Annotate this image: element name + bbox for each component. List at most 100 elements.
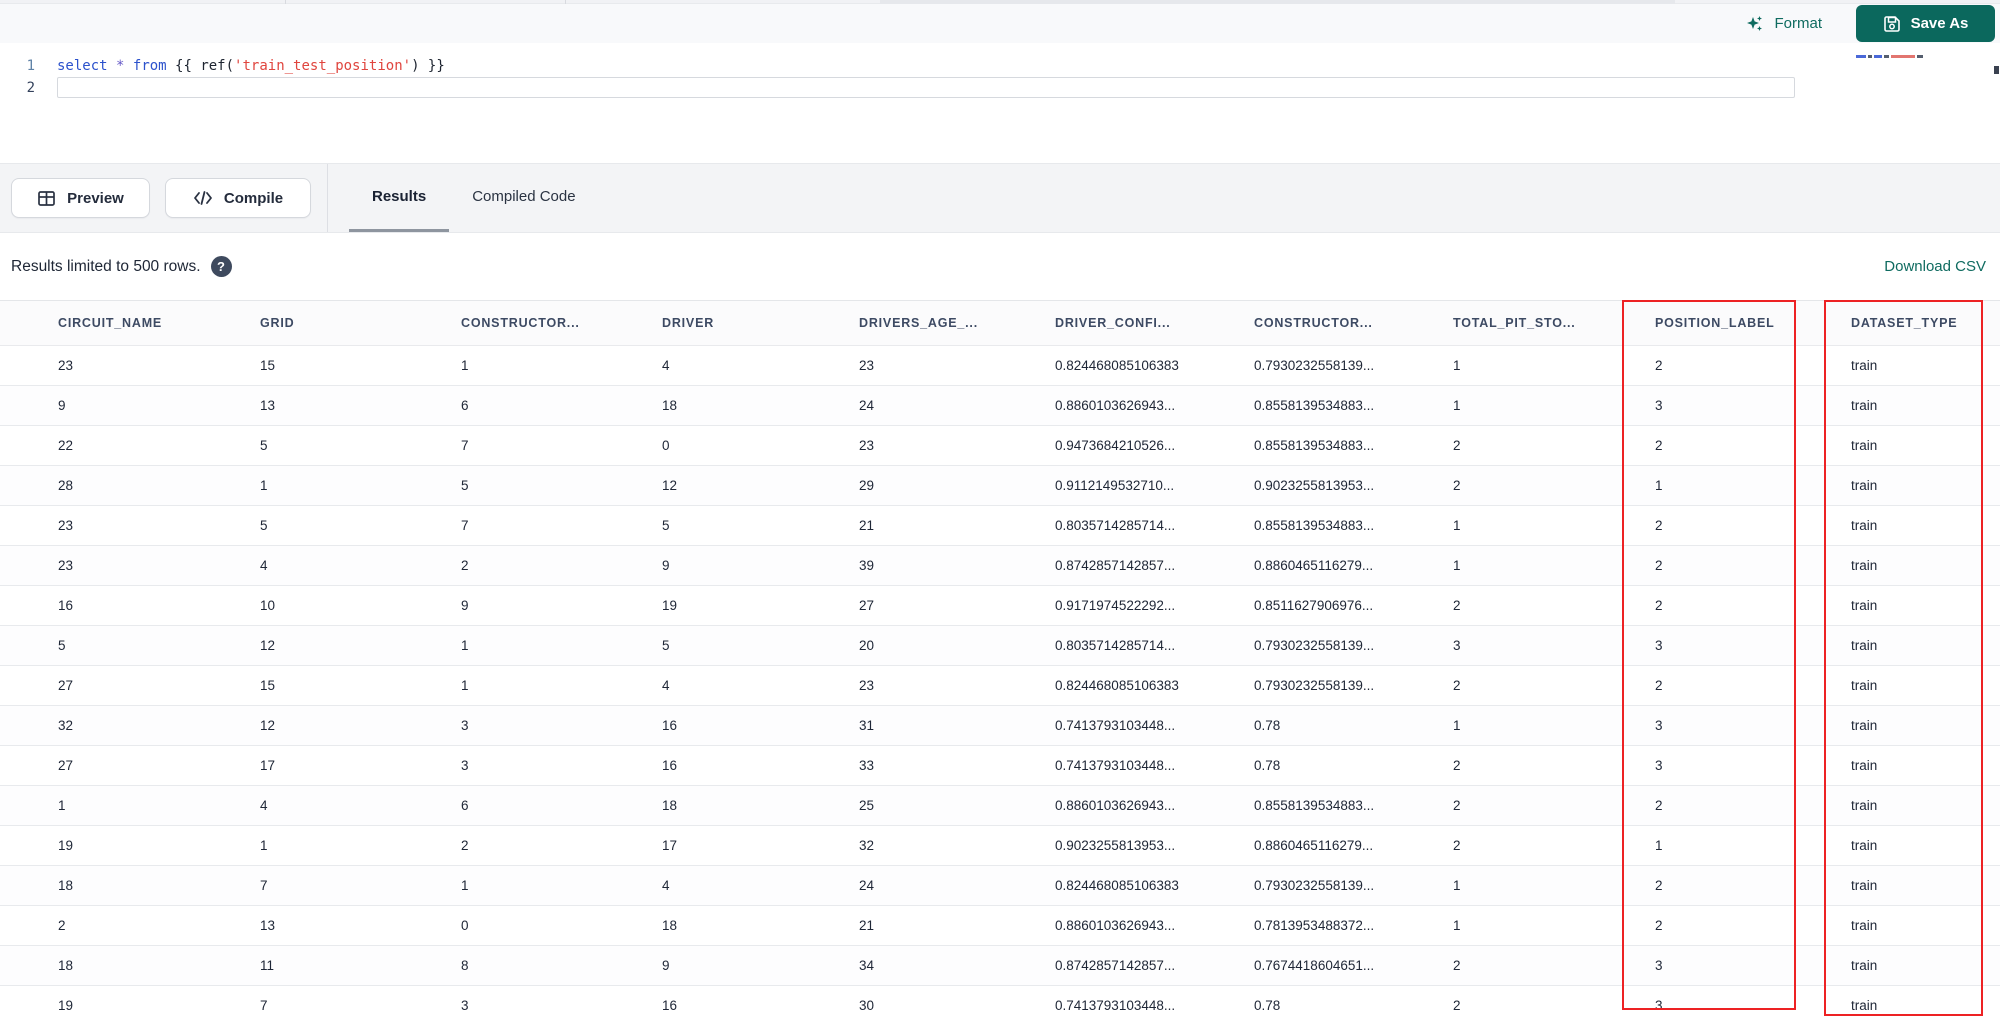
table-cell: 0.9023255813953... (1254, 465, 1453, 506)
table-cell: 16 (662, 985, 859, 1020)
table-cell: 0.8860465116279... (1254, 545, 1453, 586)
code-icon (193, 190, 213, 206)
table-cell: 19 (0, 985, 260, 1020)
minimap-code-line (1891, 54, 1915, 58)
table-cell: 0.7674418604651... (1254, 945, 1453, 986)
code-editor[interactable]: 1 2 select * from {{ ref('train_test_pos… (0, 43, 2000, 163)
table-cell: 27 (0, 745, 260, 786)
table-cell: 23 (0, 505, 260, 546)
table-cell: 2 (1453, 825, 1655, 866)
table-cell: 2 (1655, 425, 1851, 466)
table-header-row: CIRCUIT_NAME GRID CONSTRUCTOR... DRIVER DRIV… (0, 300, 2000, 346)
table-cell: train (1851, 385, 2000, 426)
table-cell: 2 (461, 545, 662, 586)
active-line-box[interactable] (57, 77, 1795, 98)
table-cell: 18 (662, 385, 859, 426)
table-cell: 29 (859, 465, 1055, 506)
table-cell: 1 (1655, 465, 1851, 506)
minimap[interactable] (1856, 52, 1976, 60)
table-cell: 1 (260, 465, 461, 506)
download-csv-link[interactable]: Download CSV (1884, 258, 1986, 275)
code-line-1[interactable]: select * from {{ ref('train_test_positio… (57, 55, 445, 77)
table-cell: train (1851, 865, 2000, 906)
table-cell: train (1851, 345, 2000, 386)
table-cell: 0.7930232558139... (1254, 865, 1453, 906)
table-row: 16 10 9 19 27 0.9171974522292... 0.85116279069… (0, 585, 2000, 626)
column-header: DRIVER_CONFI... (1055, 300, 1254, 346)
table-cell: 3 (461, 745, 662, 786)
table-cell: 6 (461, 385, 662, 426)
table-row: 18 7 1 4 24 0.824468085106383 0.7930232558139.… (0, 865, 2000, 906)
code-token: select (57, 58, 108, 74)
table-cell: 1 (461, 665, 662, 706)
sparkles-icon (1745, 14, 1765, 34)
preview-button[interactable]: Preview (11, 178, 150, 218)
table-cell: 32 (0, 705, 260, 746)
table-cell: 9 (662, 545, 859, 586)
table-cell: 0.9112149532710... (1055, 465, 1254, 506)
table-cell: 19 (0, 825, 260, 866)
line-number: 2 (26, 80, 35, 96)
table-cell: 0.7930232558139... (1254, 345, 1453, 386)
table-cell: 2 (1655, 665, 1851, 706)
results-tabs: Results Compiled Code (349, 164, 599, 232)
table-cell: 7 (461, 425, 662, 466)
table-cell: 2 (1453, 585, 1655, 626)
compile-button[interactable]: Compile (165, 178, 311, 218)
table-cell: 5 (0, 625, 260, 666)
table-cell: 0.824468085106383 (1055, 865, 1254, 906)
save-as-button[interactable]: Save As (1856, 5, 1995, 42)
table-cell: 1 (1655, 825, 1851, 866)
table-cell: 1 (1453, 545, 1655, 586)
table-cell: 0 (662, 425, 859, 466)
table-cell: 0 (461, 905, 662, 946)
column-header: POSITION_LABEL (1655, 300, 1851, 346)
table-cell: train (1851, 505, 2000, 546)
table-cell: 27 (0, 665, 260, 706)
table-cell: 0.78 (1254, 745, 1453, 786)
table-cell: 17 (662, 825, 859, 866)
table-cell: 32 (859, 825, 1055, 866)
tab-compiled-code[interactable]: Compiled Code (449, 164, 598, 232)
table-cell: 0.8742857142857... (1055, 945, 1254, 986)
table-cell: 4 (260, 545, 461, 586)
table-cell: 0.9473684210526... (1055, 425, 1254, 466)
table-cell: train (1851, 625, 2000, 666)
table-row: 23 5 7 5 21 0.8035714285714... 0.8558139534883… (0, 505, 2000, 546)
table-cell: 2 (1655, 905, 1851, 946)
format-button[interactable]: Format (1745, 14, 1822, 34)
tab-results[interactable]: Results (349, 164, 450, 232)
table-cell: 3 (1655, 985, 1851, 1020)
table-cell: 16 (662, 745, 859, 786)
column-header: CIRCUIT_NAME (0, 300, 260, 346)
table-cell: 13 (260, 385, 461, 426)
table-row: 23 4 2 9 39 0.8742857142857... 0.8860465116279… (0, 545, 2000, 586)
table-cell: train (1851, 985, 2000, 1020)
line-number: 1 (26, 58, 35, 74)
editor-scroll-marker[interactable] (1994, 66, 1999, 74)
compile-label: Compile (223, 189, 284, 207)
table-cell: 10 (260, 585, 461, 626)
table-cell: 1 (461, 865, 662, 906)
table-cell: 23 (859, 665, 1055, 706)
table-row: 27 17 3 16 33 0.7413793103448... 0.78 2 3 train (0, 745, 2000, 786)
table-row: 32 12 3 16 31 0.7413793103448... 0.78 1 3 train (0, 705, 2000, 746)
help-icon[interactable]: ? (210, 256, 232, 277)
table-cell: 1 (1453, 345, 1655, 386)
table-cell: 5 (662, 505, 859, 546)
table-cell: 39 (859, 545, 1055, 586)
table-cell: 2 (1655, 505, 1851, 546)
table-cell: 1 (461, 345, 662, 386)
table-cell: 0.78 (1254, 705, 1453, 746)
table-cell: 0.78 (1254, 985, 1453, 1020)
code-token: ) }} (411, 58, 445, 74)
table-cell: 19 (662, 585, 859, 626)
table-cell: train (1851, 585, 2000, 626)
table-cell: 12 (260, 705, 461, 746)
table-cell: 2 (1453, 465, 1655, 506)
minimap-code-line (1868, 54, 1872, 58)
table-row: 9 13 6 18 24 0.8860103626943... 0.855813953488… (0, 385, 2000, 426)
table-cell: 0.8035714285714... (1055, 625, 1254, 666)
table-cell: 5 (260, 425, 461, 466)
results-table-container[interactable]: CIRCUIT_NAME GRID CONSTRUCTOR... DRIVER DRIV… (0, 300, 2000, 1020)
